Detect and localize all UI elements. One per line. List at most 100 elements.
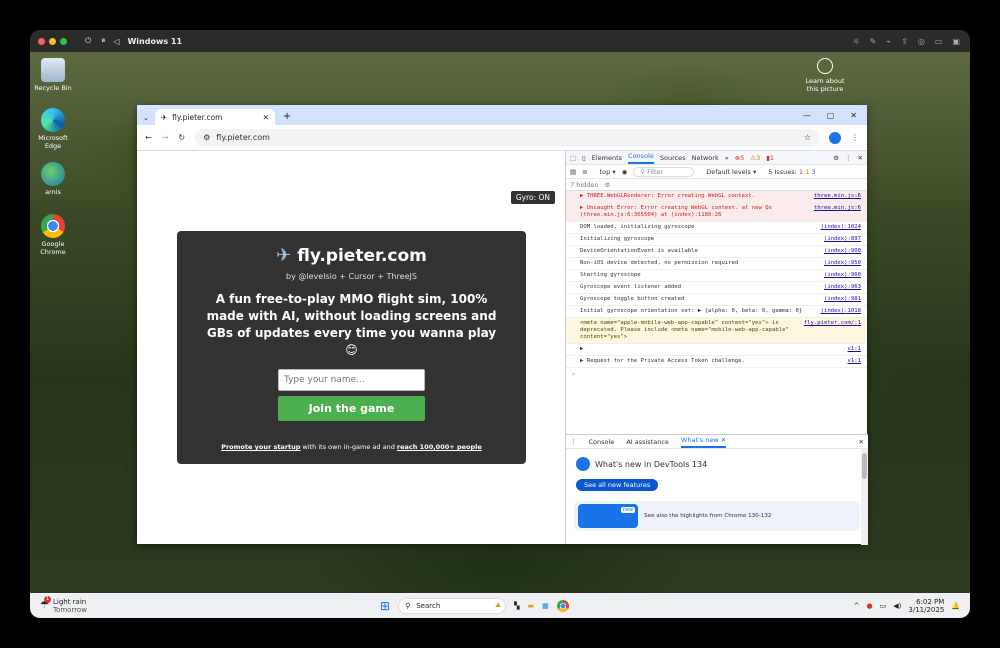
console-log-row[interactable]: ▶ Request for the Private Access Token c… [566,356,867,368]
console-log-row[interactable]: DOM loaded, initializing gyroscope (index… [566,222,867,234]
maximize-icon[interactable]: ▢ [827,111,835,120]
inspect-icon[interactable]: ⬚ [570,154,576,162]
usb-icon[interactable]: ⌁ [886,37,891,46]
tab-fly-pieter[interactable]: ✈ fly.pieter.com ✕ [154,109,275,125]
pause-icon[interactable]: ⏸ [101,36,105,46]
weather-widget[interactable]: ☂ 1 Light rain Tomorrow [30,596,230,614]
bookmark-star-icon[interactable]: ☆ [804,133,819,142]
log-source-link[interactable]: (index):1024 [821,224,861,231]
name-input[interactable] [278,369,425,391]
desktop-icon-arnis[interactable]: arnis [30,162,76,196]
drawer-tab-console[interactable]: Console [589,438,615,446]
console-settings-icon[interactable]: ⚙ [605,181,611,189]
console-log-row[interactable]: ▶ v1:1 [566,344,867,356]
console-log-row[interactable]: ▶ Uncaught Error: Error creating WebGL c… [566,203,867,222]
close-tab-icon[interactable]: ✕ [263,113,269,122]
start-icon[interactable]: ⊞ [380,599,390,613]
eye-icon[interactable]: ◉ [622,168,628,176]
back-icon[interactable]: ◁ [113,37,119,46]
tab-network[interactable]: Network [692,154,719,162]
console-log-row[interactable]: Initializing gyroscope (index):897 [566,234,867,246]
network-icon[interactable]: ▭ [880,602,887,610]
store-icon[interactable]: ▦ [542,602,549,610]
tab-elements[interactable]: Elements [592,154,622,162]
device-toolbar-icon[interactable]: ▯ [582,154,586,162]
taskbar-search[interactable]: ⚲ Search ⛰ [398,597,507,614]
brightness-icon[interactable]: ☼ [852,37,859,46]
log-source-link[interactable]: (index):963 [824,284,861,291]
see-all-button[interactable]: See all new features [576,479,659,491]
back-icon[interactable]: ← [145,133,152,142]
console-log-row[interactable]: Starting gyroscope (index):960 [566,270,867,282]
log-source-link[interactable]: v1:1 [848,358,861,365]
join-game-button[interactable]: Join the game [278,396,425,421]
minimize-dot[interactable] [49,37,56,45]
tab-console[interactable]: Console [628,151,654,164]
scrollbar-thumb[interactable] [862,453,867,479]
log-source-link[interactable]: v1:1 [848,346,861,353]
forward-icon[interactable]: → [162,133,169,142]
disc-icon[interactable]: ◎ [918,37,925,46]
log-source-link[interactable]: fly.pieter.com/:1 [804,320,861,341]
reload-icon[interactable]: ↻ [178,133,185,142]
reach-link[interactable]: reach 100,000+ people [397,443,482,451]
drawer-scrollbar[interactable] [861,449,868,545]
console-log-row[interactable]: <meta name="apple-mobile-web-app-capable… [566,318,867,344]
taskbar-chrome-icon[interactable] [556,599,569,612]
share-icon[interactable]: ⇪ [901,37,908,46]
drawer-tab-ai[interactable]: AI assistance [626,438,669,446]
drawer-menu-icon[interactable]: ⋮ [570,438,577,446]
console-log-row[interactable]: DeviceOrientationEvent is available (inde… [566,246,867,258]
error-count-badge[interactable]: ⊗5 [735,154,745,162]
desktop-icon-chrome[interactable]: Google Chrome [30,214,76,256]
info-count-badge[interactable]: ▮1 [766,154,774,162]
clock[interactable]: 6:02 PM 3/11/2025 [908,598,944,614]
console-log-row[interactable]: Initial gyroscope orientation set: ▶ {al… [566,306,867,318]
log-source-link[interactable]: (index):981 [824,296,861,303]
log-source-link[interactable]: (index):950 [824,260,861,267]
console-log-row[interactable]: ▶ THREE.WebGLRenderer: Error creating We… [566,191,867,203]
warning-count-badge[interactable]: ⚠3 [750,154,760,162]
context-select[interactable]: top ▾ [600,168,616,176]
log-source-link[interactable]: three.min.js:6 [814,205,861,219]
gyro-toggle-button[interactable]: Gyro: ON [510,191,555,204]
display-icon[interactable]: ▣ [952,37,960,46]
promote-link[interactable]: Promote your startup [221,443,300,451]
log-source-link[interactable]: three.min.js:6 [814,193,861,200]
log-source-link[interactable]: (index):897 [824,236,861,243]
close-window-icon[interactable]: ✕ [850,111,857,120]
new-tab-button[interactable]: + [275,111,299,125]
settings-gear-icon[interactable]: ⚙ [833,154,839,162]
console-log-row[interactable]: Gyroscope toggle button created (index):9… [566,294,867,306]
devtools-menu-icon[interactable]: ⋮ [845,154,852,162]
task-view-icon[interactable]: ▚ [514,602,519,610]
console-prompt[interactable]: › [566,368,867,380]
zoom-dot[interactable] [60,37,67,45]
file-explorer-icon[interactable]: ▬ [527,602,534,610]
volume-icon[interactable]: ◀) [893,602,901,610]
log-source-link[interactable]: (index):1018 [821,308,861,315]
folder-icon[interactable]: ▭ [935,37,943,46]
tab-sources[interactable]: Sources [660,154,686,162]
learn-about-picture[interactable]: Learn about this picture [800,58,850,93]
power-icon[interactable]: ⏻ [85,36,91,46]
notification-bell-icon[interactable]: 🔔 [951,602,960,610]
site-info-icon[interactable]: ⚙ [203,133,210,142]
drawer-tab-whats-new[interactable]: What's new ✕ [680,435,727,448]
close-dot[interactable] [38,37,45,45]
menu-dots-icon[interactable]: ⋮ [851,133,859,142]
more-tabs-icon[interactable]: » [725,154,729,162]
highlights-card[interactable]: new See also the highlights from Chrome … [574,501,860,531]
desktop-icon-recycle-bin[interactable]: Recycle Bin [30,58,76,92]
issues-button[interactable]: 5 Issues: 1 1 3 [768,168,815,176]
desktop-icon-edge[interactable]: Microsoft Edge [30,108,76,150]
levels-select[interactable]: Default levels ▾ [706,168,756,176]
sidebar-toggle-icon[interactable]: ▤ [570,168,576,176]
tray-app-icon[interactable]: ● [867,602,873,610]
clear-console-icon[interactable]: ⊘ [582,168,587,176]
wrench-icon[interactable]: ✎ [870,37,877,46]
log-source-link[interactable]: (index):900 [824,248,861,255]
console-log-row[interactable]: Gyroscope event listener added (index):96… [566,282,867,294]
console-log-row[interactable]: Non-iOS device detected, no permission r… [566,258,867,270]
close-drawer-icon[interactable]: ✕ [859,438,864,446]
